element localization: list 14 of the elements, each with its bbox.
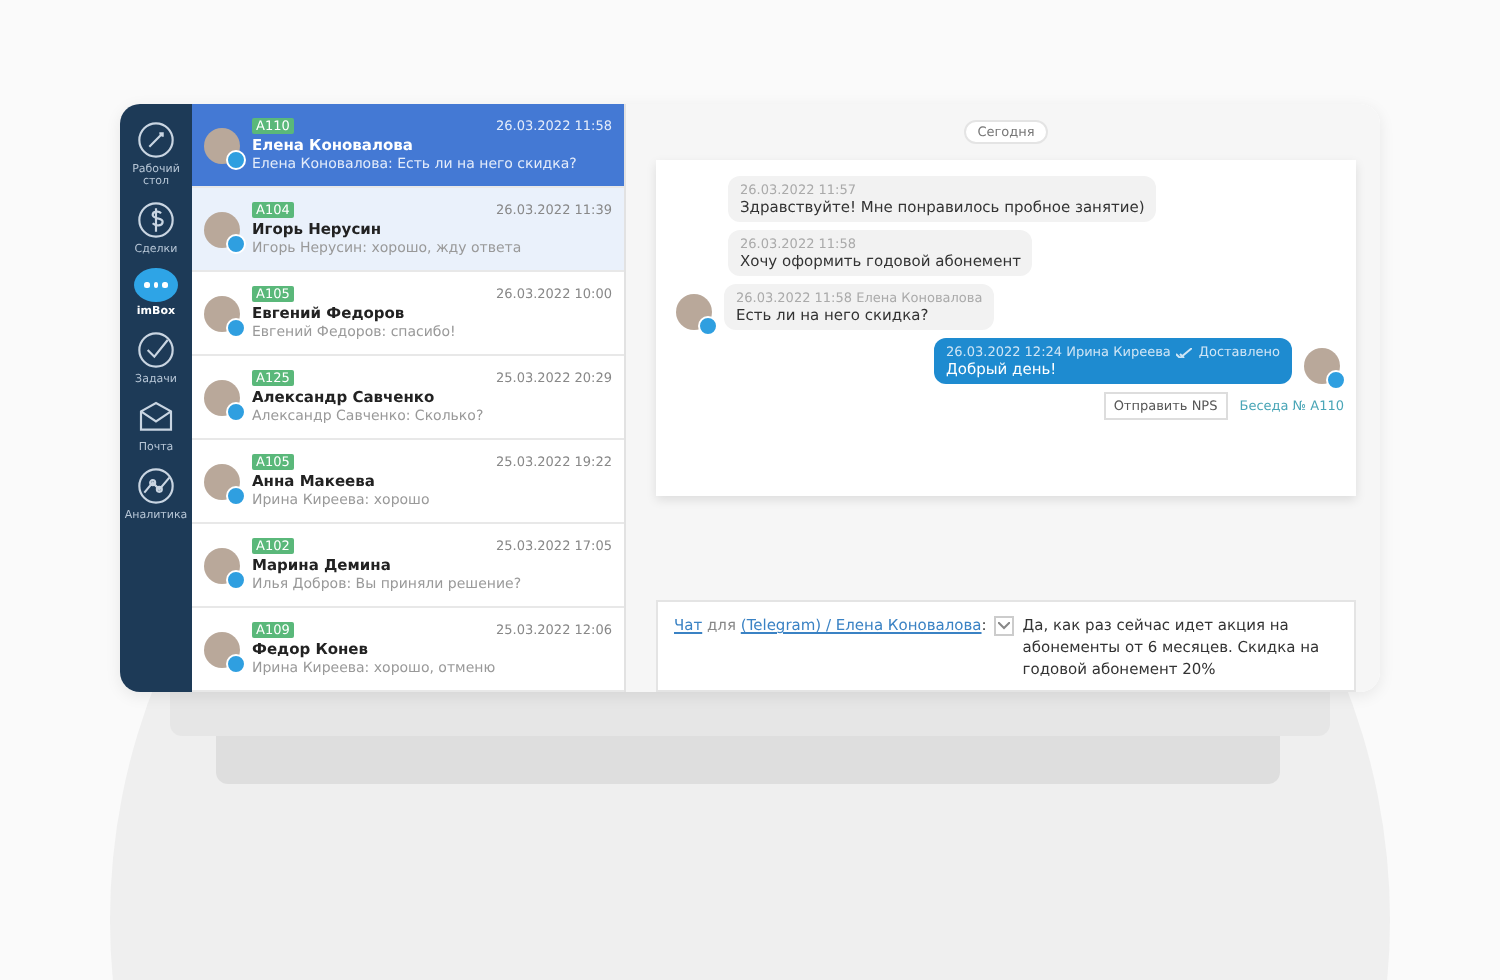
- dial-icon: [136, 120, 176, 160]
- dollar-icon: [136, 200, 176, 240]
- checkmark-icon: [136, 330, 176, 370]
- avatar: [204, 211, 240, 247]
- dropdown-toggle[interactable]: [994, 615, 1015, 636]
- avatar: [204, 547, 240, 583]
- double-check-icon: [1176, 347, 1193, 357]
- avatar: [204, 379, 240, 415]
- chat-bubble-icon: [134, 268, 178, 302]
- avatar: [204, 631, 240, 667]
- chart-icon: [136, 466, 176, 506]
- avatar: [204, 127, 240, 163]
- avatar: [204, 295, 240, 331]
- avatar: [204, 463, 240, 499]
